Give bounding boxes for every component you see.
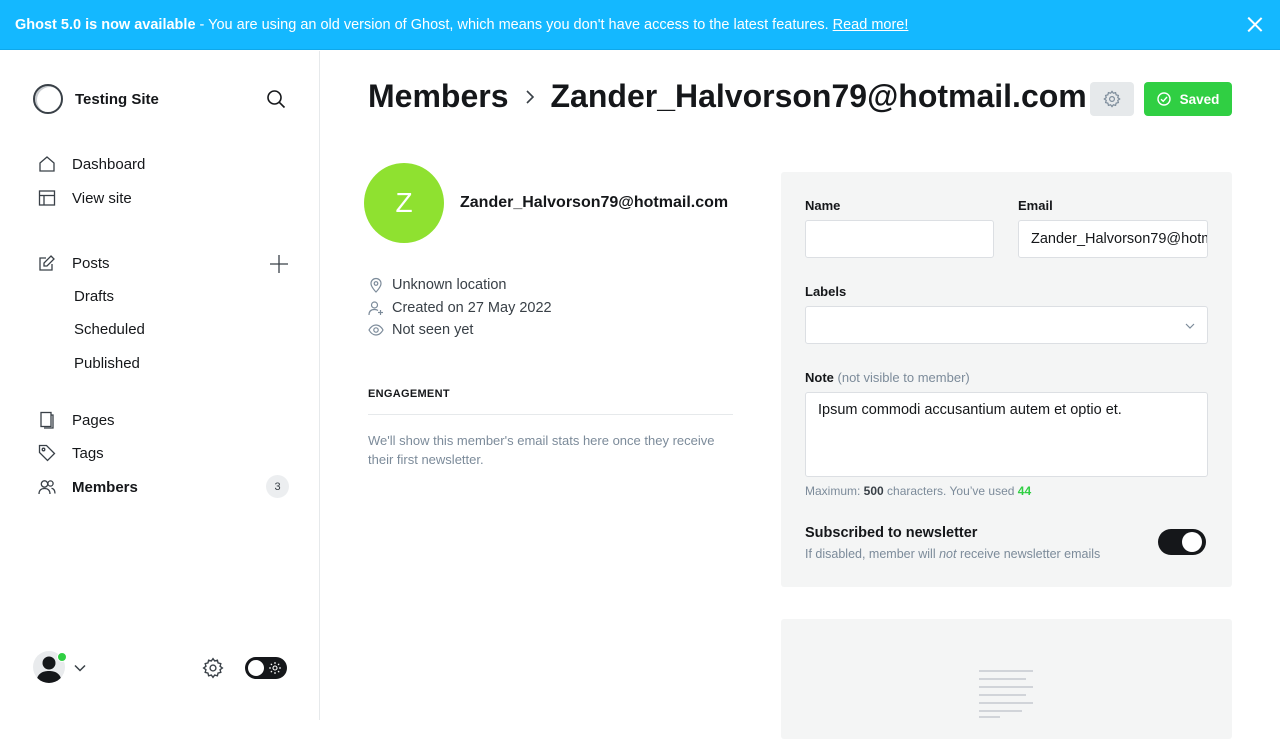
sidebar-item-scheduled[interactable]: Scheduled (74, 321, 145, 338)
settings-icon[interactable] (202, 657, 224, 679)
document-lines-icon (979, 670, 1033, 718)
note-label-text: Note (805, 370, 834, 385)
newsletter-description: If disabled, member will not receive new… (805, 547, 1100, 561)
newsletter-toggle[interactable] (1158, 529, 1206, 555)
site-header[interactable]: Testing Site (33, 84, 159, 114)
layout-icon (38, 190, 56, 206)
note-character-counter: Maximum: 500 characters. You’ve used 44 (805, 484, 1031, 498)
tag-icon (38, 444, 56, 462)
newsletter-desc-part: receive newsletter emails (956, 547, 1101, 561)
member-created: Created on 27 May 2022 (368, 300, 552, 316)
note-textarea[interactable]: Ipsum commodi accusantium autem et optio… (805, 392, 1208, 477)
page-title: Zander_Halvorson79@hotmail.com (550, 78, 1087, 114)
sidebar-item-dashboard[interactable]: Dashboard (38, 155, 145, 173)
newsletter-title: Subscribed to newsletter (805, 525, 978, 541)
banner-title: Ghost 5.0 is now available (15, 16, 196, 33)
member-settings-button[interactable] (1090, 82, 1134, 116)
counter-prefix: Maximum: (805, 484, 864, 498)
sidebar-item-label: Pages (72, 411, 115, 429)
sidebar-item-label: View site (72, 189, 132, 207)
sidebar-item-drafts[interactable]: Drafts (74, 288, 114, 305)
newsletter-desc-emphasis: not (939, 547, 957, 561)
sidebar-item-label: Members (72, 478, 138, 496)
search-icon[interactable] (266, 89, 286, 109)
engagement-heading: ENGAGEMENT (368, 388, 450, 400)
edit-icon (39, 255, 55, 271)
sidebar-item-tags[interactable]: Tags (38, 444, 104, 462)
labels-select[interactable] (805, 306, 1208, 344)
home-icon (39, 156, 55, 172)
newsletter-desc-part: If disabled, member will (805, 547, 940, 561)
sidebar-item-members[interactable]: Members (38, 478, 138, 496)
close-icon[interactable] (1247, 17, 1262, 32)
location-text: Unknown location (392, 277, 507, 293)
saved-button[interactable]: Saved (1144, 82, 1232, 116)
name-field[interactable] (805, 220, 994, 258)
labels-label: Labels (805, 284, 847, 299)
engagement-text: We'll show this member's email stats her… (368, 433, 715, 467)
member-avatar: Z (364, 163, 444, 243)
location-pin-icon (370, 277, 382, 293)
note-hint: (not visible to member) (837, 370, 970, 385)
chevron-down-icon (1185, 323, 1195, 329)
chevron-right-icon (525, 89, 534, 104)
counter-used: 44 (1017, 484, 1032, 498)
add-post-icon[interactable] (269, 254, 289, 274)
member-location: Unknown location (368, 277, 506, 293)
online-status-dot (57, 652, 67, 662)
members-icon (38, 480, 56, 495)
site-name: Testing Site (75, 90, 159, 108)
eye-icon (368, 324, 384, 336)
sidebar-item-posts[interactable]: Posts (38, 254, 110, 272)
sun-icon (269, 662, 281, 674)
seen-text: Not seen yet (392, 322, 474, 338)
counter-mid: characters. You’ve used (883, 484, 1018, 498)
sidebar-item-published[interactable]: Published (74, 355, 140, 372)
update-banner: Ghost 5.0 is now available - You are usi… (0, 0, 1280, 50)
sidebar-item-view-site[interactable]: View site (38, 189, 132, 207)
breadcrumb: Members Zander_Halvorson79@hotmail.com (368, 78, 1087, 115)
email-label: Email (1018, 198, 1053, 213)
divider (368, 414, 733, 415)
sidebar-item-label: Posts (72, 254, 110, 272)
member-seen: Not seen yet (368, 322, 473, 338)
created-text: Created on 27 May 2022 (392, 300, 552, 316)
user-add-icon (368, 301, 383, 316)
members-count-badge: 3 (266, 475, 289, 498)
sidebar-item-pages[interactable]: Pages (38, 411, 115, 429)
sidebar: Testing Site Dashboard View site Posts D… (0, 51, 320, 720)
gear-icon (1103, 90, 1121, 108)
counter-max: 500 (863, 484, 884, 498)
banner-text: - You are using an old version of Ghost,… (195, 16, 833, 33)
saved-label: Saved (1179, 91, 1220, 107)
check-circle-icon (1156, 92, 1171, 106)
sidebar-item-label: Dashboard (72, 155, 146, 173)
pages-icon (40, 411, 54, 429)
breadcrumb-members-link[interactable]: Members (368, 78, 509, 115)
note-label: Note (not visible to member) (805, 370, 970, 385)
email-field[interactable]: Zander_Halvorson79@hotmail.com (1018, 220, 1208, 258)
toggle-knob (248, 660, 264, 676)
member-email: Zander_Halvorson79@hotmail.com (460, 194, 729, 211)
read-more-link[interactable]: Read more! (833, 17, 909, 33)
site-logo (33, 84, 63, 114)
toggle-knob (1182, 532, 1202, 552)
name-label: Name (805, 198, 841, 213)
dark-mode-toggle[interactable] (245, 657, 287, 679)
chevron-down-icon[interactable] (73, 661, 87, 675)
sidebar-item-label: Tags (72, 444, 104, 462)
